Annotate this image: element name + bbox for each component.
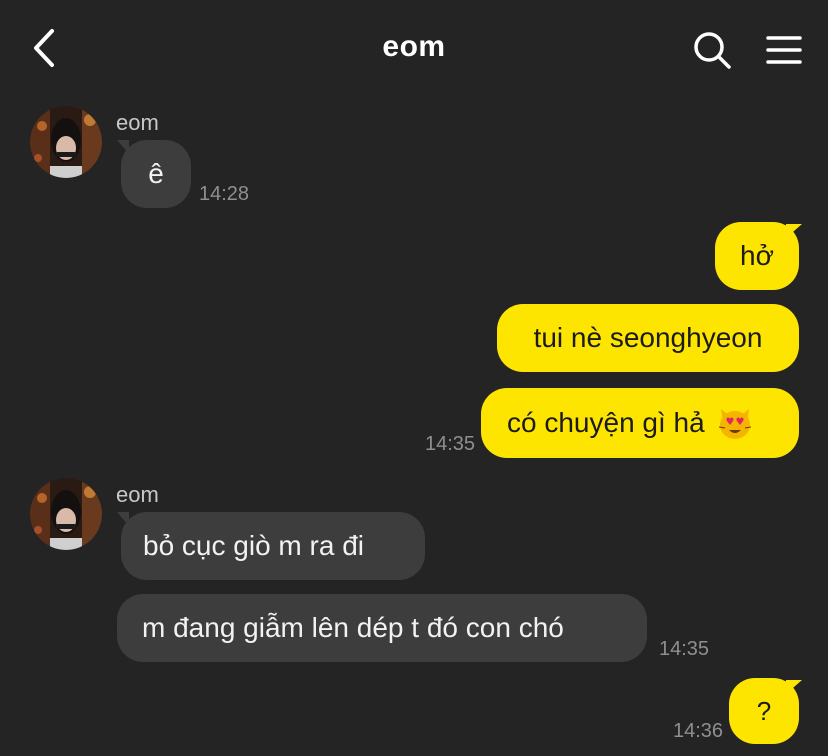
message-bubble-incoming[interactable]: bỏ cục giò m ra đi	[121, 512, 425, 580]
message-text: có chuyện gì hả	[507, 407, 705, 438]
avatar[interactable]	[30, 478, 102, 550]
message-text: tui nè seonghyeon	[533, 322, 763, 353]
message-bubble-outgoing[interactable]: ?	[729, 678, 799, 744]
chat-header: eom	[0, 0, 828, 100]
message-bubble-incoming[interactable]: ê	[121, 140, 191, 208]
message-bubble-outgoing[interactable]: hở	[715, 222, 799, 290]
message-text: bỏ cục giò m ra đi	[143, 530, 364, 561]
hamburger-menu-icon	[766, 36, 802, 64]
search-icon	[694, 32, 731, 69]
search-button[interactable]	[692, 30, 732, 70]
chat-screen: eom eom ê 14:28 hở tui nè seonghyeon có …	[0, 0, 828, 756]
message-text: ê	[148, 158, 164, 189]
heart-eyes-cat-emoji	[718, 409, 751, 439]
message-text: m đang giẫm lên dép t đó con chó	[142, 612, 564, 643]
menu-button[interactable]	[766, 34, 802, 66]
avatar[interactable]	[30, 106, 102, 178]
message-timestamp: 14:36	[673, 720, 724, 742]
message-text: hở	[740, 240, 774, 271]
profile-photo-image	[30, 478, 102, 550]
message-text: ?	[756, 695, 772, 726]
message-timestamp: 14:28	[199, 183, 250, 205]
message-timestamp: 14:35	[425, 433, 476, 455]
message-bubble-outgoing[interactable]: có chuyện gì hả	[481, 388, 799, 458]
message-timestamp: 14:35	[659, 638, 710, 660]
message-bubble-incoming[interactable]: m đang giẫm lên dép t đó con chó	[117, 594, 647, 662]
profile-photo-image	[30, 106, 102, 178]
message-bubble-outgoing[interactable]: tui nè seonghyeon	[497, 304, 799, 372]
sender-name: eom	[116, 110, 159, 135]
sender-name: eom	[116, 482, 159, 507]
